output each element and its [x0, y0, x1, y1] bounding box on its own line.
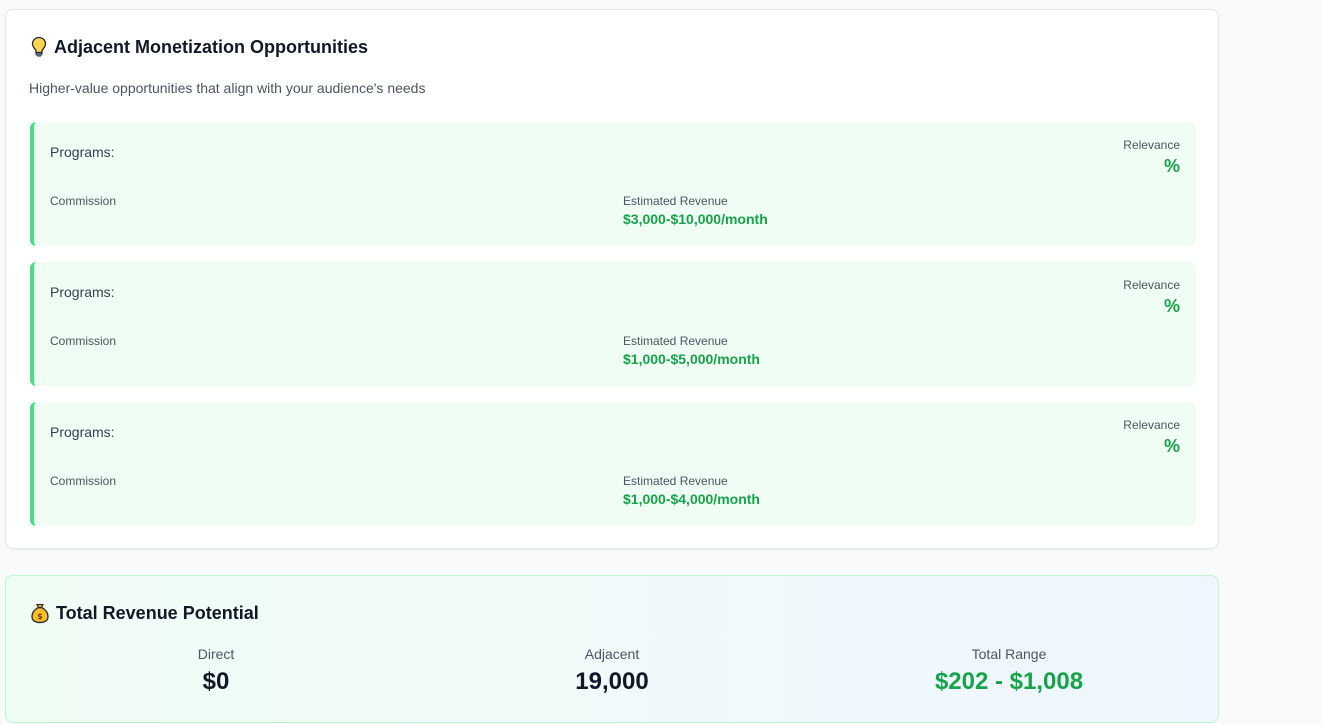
direct-metric: Direct $0 [66, 646, 366, 696]
revenue-label: Estimated Revenue [623, 334, 728, 348]
total-range-metric: Total Range $202 - $1,008 [859, 646, 1159, 696]
adjacent-title: Adjacent Monetization Opportunities [54, 36, 368, 57]
adjacent-subtitle: Higher-value opportunities that align wi… [29, 80, 426, 96]
relevance-label: Relevance [1123, 418, 1180, 432]
total-header: $ Total Revenue Potential [30, 602, 259, 624]
relevance-value: % [1163, 156, 1180, 176]
total-title: Total Revenue Potential [56, 602, 259, 623]
adjacent-value: 19,000 [575, 668, 649, 695]
opportunity-programs: Programs: [50, 424, 115, 440]
range-value: $202 - $1,008 [934, 668, 1084, 695]
range-label: Total Range [971, 646, 1047, 662]
total-revenue-card: $ Total Revenue Potential Direct $0 Adja… [5, 575, 1219, 723]
opportunity-item: Programs: Relevance % Commission Estimat… [30, 262, 1196, 386]
revenue-label: Estimated Revenue [623, 474, 728, 488]
relevance-value: % [1163, 296, 1180, 316]
direct-value: $0 [202, 668, 230, 695]
opportunity-programs: Programs: [50, 144, 115, 160]
adjacent-label: Adjacent [584, 646, 640, 662]
opportunity-programs: Programs: [50, 284, 115, 300]
commission-label: Commission [50, 194, 117, 208]
commission-label: Commission [50, 334, 117, 348]
revenue-value: $3,000-$10,000/month [623, 211, 768, 227]
opportunity-list: Programs: Relevance % Commission Estimat… [30, 122, 1196, 542]
relevance-value: % [1163, 436, 1180, 456]
opportunity-item: Programs: Relevance % Commission Estimat… [30, 122, 1196, 246]
direct-label: Direct [197, 646, 235, 662]
revenue-label: Estimated Revenue [623, 194, 728, 208]
revenue-value: $1,000-$5,000/month [623, 351, 760, 367]
relevance-label: Relevance [1123, 138, 1180, 152]
money-bag-icon: $ [30, 602, 50, 624]
adjacent-header: Adjacent Monetization Opportunities [30, 36, 368, 58]
svg-text:$: $ [37, 612, 43, 621]
commission-label: Commission [50, 474, 117, 488]
opportunity-item: Programs: Relevance % Commission Estimat… [30, 402, 1196, 526]
relevance-label: Relevance [1123, 278, 1180, 292]
revenue-value: $1,000-$4,000/month [623, 491, 760, 507]
adjacent-opportunities-card: Adjacent Monetization Opportunities High… [5, 9, 1219, 549]
lightbulb-icon [30, 36, 48, 58]
adjacent-metric: Adjacent 19,000 [462, 646, 762, 696]
